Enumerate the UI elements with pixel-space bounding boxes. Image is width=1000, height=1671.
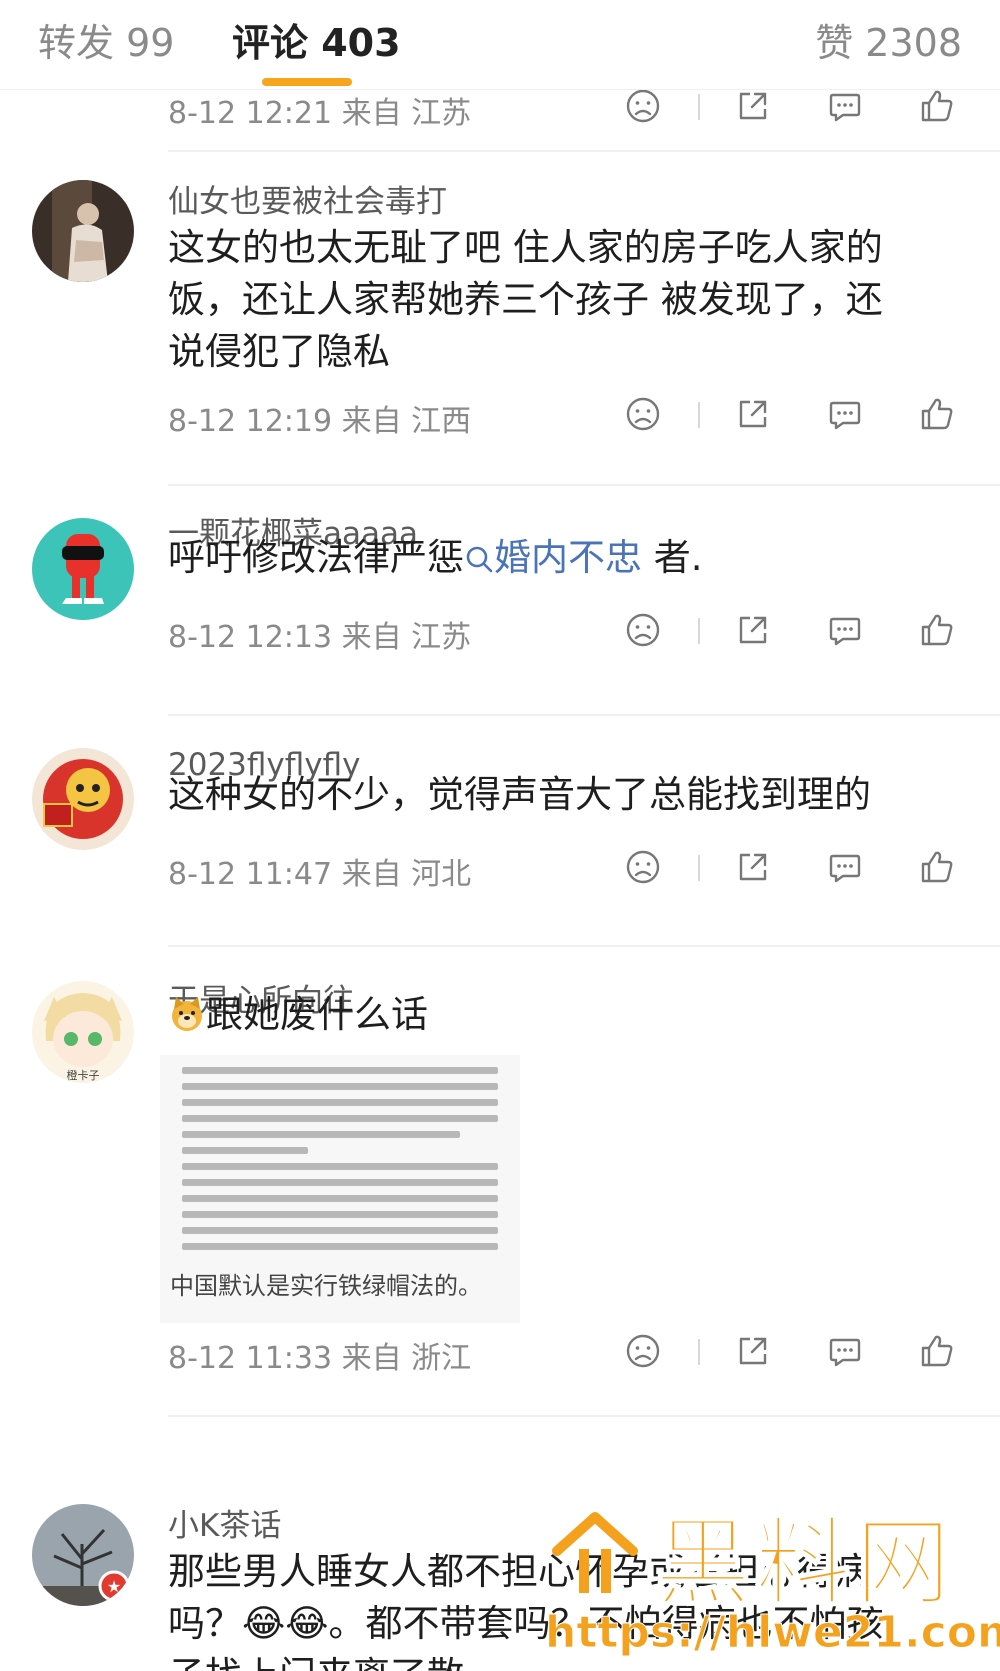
comment-icon[interactable] <box>825 847 865 887</box>
comment-text: 这种女的不少，觉得声音大了总能找到理的 <box>168 773 871 816</box>
like-icon[interactable] <box>917 610 957 650</box>
separator <box>698 855 700 881</box>
search-icon <box>466 546 493 573</box>
divider <box>168 1415 1000 1417</box>
avatar[interactable]: ★ <box>32 1504 134 1606</box>
divider <box>168 714 1000 716</box>
avatar[interactable] <box>32 518 134 620</box>
tab-bar: 转发 99 评论 403 赞 2308 <box>0 0 1000 90</box>
comment-time: 8-12 12:21 来自 江苏 <box>168 96 472 131</box>
separator <box>698 402 700 428</box>
share-icon[interactable] <box>733 86 773 126</box>
separator <box>698 1339 700 1365</box>
doge-emoji-icon <box>172 997 202 1031</box>
share-icon[interactable] <box>733 1331 773 1371</box>
frown-icon[interactable] <box>623 610 663 650</box>
frown-icon[interactable] <box>623 86 663 126</box>
share-icon[interactable] <box>733 610 773 650</box>
comment-meta: 8-12 11:47 来自 河北 <box>168 843 968 893</box>
divider <box>168 150 1000 152</box>
separator <box>698 94 700 120</box>
username[interactable]: 小K茶话 <box>168 1500 281 1545</box>
image-caption: 中国默认是实行铁绿帽法的。 <box>170 1272 482 1300</box>
frown-icon[interactable] <box>623 1331 663 1371</box>
topic-link[interactable]: 婚内不忠 <box>464 536 642 579</box>
like-icon[interactable] <box>917 1331 957 1371</box>
divider <box>168 484 1000 486</box>
comment-icon[interactable] <box>825 610 865 650</box>
tab-comments[interactable]: 评论 403 <box>232 12 401 67</box>
comment-icon[interactable] <box>825 1331 865 1371</box>
comment-time: 8-12 12:13 来自 江苏 <box>168 620 472 655</box>
frown-icon[interactable] <box>623 394 663 434</box>
like-icon[interactable] <box>917 394 957 434</box>
share-icon[interactable] <box>733 394 773 434</box>
comment-meta: 8-12 11:33 来自 浙江 <box>168 1327 968 1377</box>
comment-text: 呼吁修改法律严惩 婚内不忠 者. <box>168 536 703 579</box>
avatar[interactable] <box>32 180 134 282</box>
comment-time: 8-12 11:33 来自 浙江 <box>168 1341 472 1376</box>
tab-likes[interactable]: 赞 2308 <box>815 12 962 67</box>
like-icon[interactable] <box>917 847 957 887</box>
comment-time: 8-12 12:19 来自 江西 <box>168 404 472 439</box>
svg-text:★: ★ <box>107 1577 121 1596</box>
avatar[interactable] <box>32 748 134 850</box>
comment-icon[interactable] <box>825 394 865 434</box>
avatar-label: 橙卡子 <box>67 1068 100 1082</box>
username[interactable]: 仙女也要被社会毒打 <box>168 176 447 221</box>
divider <box>168 945 1000 947</box>
tab-reposts[interactable]: 转发 99 <box>38 12 174 67</box>
comment-meta: 8-12 12:19 来自 江西 <box>168 390 968 440</box>
comment-time: 8-12 11:47 来自 河北 <box>168 857 472 892</box>
comment-image[interactable]: 中国默认是实行铁绿帽法的。 <box>160 1055 520 1323</box>
comment-meta: 8-12 12:13 来自 江苏 <box>168 606 968 656</box>
document-text-lines <box>182 1067 498 1259</box>
comment-text: 跟她废什么话 <box>168 989 968 1041</box>
avatar[interactable]: 橙卡子 <box>32 981 134 1083</box>
like-icon[interactable] <box>917 86 957 126</box>
separator <box>698 618 700 644</box>
frown-icon[interactable] <box>623 847 663 887</box>
comment-text: 这女的也太无耻了吧 住人家的房子吃人家的 饭，还让人家帮她养三个孩子 被发现了，… <box>168 226 883 373</box>
active-tab-indicator <box>262 78 352 86</box>
comment-text: 那些男人睡女人都不担心怀孕或者担心得病 吗？😂😂。都不带套吗？不怕得病也不怕孩 … <box>168 1550 884 1671</box>
comment-icon[interactable] <box>825 86 865 126</box>
share-icon[interactable] <box>733 847 773 887</box>
